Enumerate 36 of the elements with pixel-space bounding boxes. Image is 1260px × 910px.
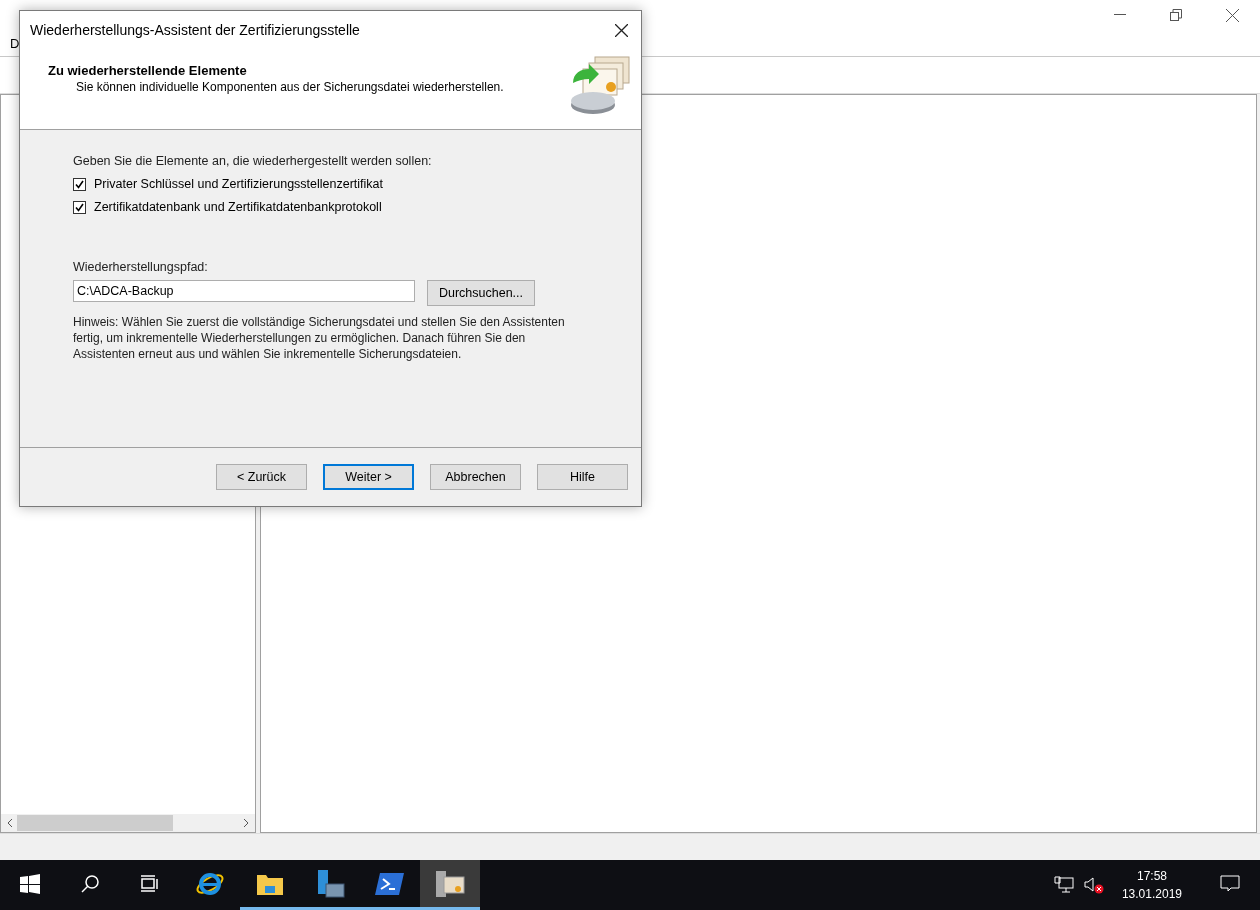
menu-item[interactable]: D	[8, 35, 22, 51]
certificate-backup-icon	[569, 55, 633, 117]
browse-button[interactable]: Durchsuchen...	[427, 280, 535, 306]
certificate-server-icon	[434, 868, 466, 899]
scroll-left-icon	[7, 818, 13, 828]
path-label: Wiederherstellungspfad:	[73, 260, 209, 274]
path-field[interactable]: C:\ADCA-Backup	[73, 280, 415, 302]
windows-logo-icon	[20, 873, 40, 894]
close-icon	[614, 23, 628, 37]
dialog-title: Wiederherstellungs-Assistent der Zertifizierungsstelle	[30, 22, 360, 38]
minimize-icon	[1114, 14, 1126, 16]
task-view-icon	[140, 873, 160, 894]
terminal-icon	[375, 871, 405, 896]
close-icon	[1225, 8, 1239, 22]
checkbox[interactable]: Privater Schlüssel und Zertifizierungsstellenzertifikat	[73, 177, 589, 191]
clock[interactable]: 17:58 13.01.2019	[1113, 867, 1190, 903]
muted-speaker-icon	[1083, 876, 1104, 894]
wizard-button[interactable]: Weiter >	[323, 464, 414, 490]
checkmark-icon	[75, 179, 84, 189]
page-title: Zu wiederherstellende Elemente	[48, 63, 248, 78]
wizard-button[interactable]: Abbrechen	[430, 464, 521, 490]
wizard-button[interactable]: < Zurück	[216, 464, 307, 490]
notification-icon	[1220, 874, 1240, 893]
scroll-right-icon	[243, 818, 249, 828]
horizontal-scrollbar[interactable]	[1, 814, 255, 832]
wizard-button[interactable]: Hilfe	[537, 464, 628, 490]
server-toolbox-icon	[315, 868, 345, 899]
hint-text: Hinweis: Wählen Sie zuerst die vollständige Sicherungsdatei und stellen Sie den Assistenten fertig, um inkrementelle Wiederherstellungen zu ermöglichen. Danach führen Sie den Assistenten erneut aus und wählen Sie inkrementelle Sicherungsdateien.	[73, 314, 566, 362]
checkbox[interactable]: Zertifikatdatenbank und Zertifikatdatenbankprotokoll	[73, 200, 589, 214]
checkmark-icon	[75, 202, 84, 212]
page-subtitle: Sie können individuelle Komponenten aus der Sicherungsdatei wiederherstellen.	[75, 80, 504, 94]
network-icon	[1053, 876, 1074, 894]
search-icon	[80, 873, 100, 894]
restore-icon	[1170, 9, 1182, 21]
taskbar-app-button[interactable]	[420, 860, 480, 910]
instruction-text: Geben Sie die Elemente an, die wiederhergestellt werden sollen:	[73, 154, 433, 168]
